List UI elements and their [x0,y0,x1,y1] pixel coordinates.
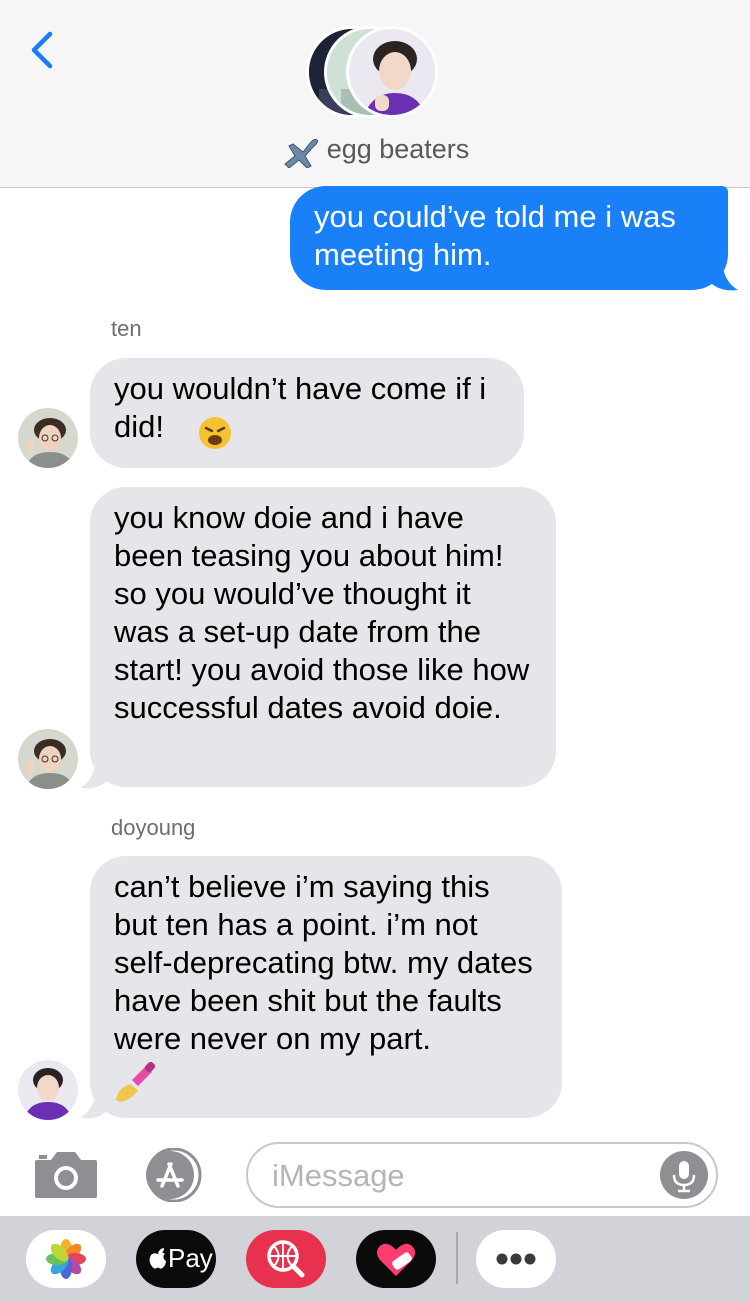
sender-name: ten [111,316,142,341]
avatar[interactable] [18,729,78,789]
avatar [346,26,438,118]
apple-pay-button[interactable]: Pay [136,1230,216,1288]
imessage-input[interactable]: iMessage [246,1142,718,1208]
app-strip-divider [456,1232,458,1284]
avatar[interactable] [18,408,78,468]
photos-icon [46,1239,86,1279]
nail-polish-emoji-icon [116,1061,156,1102]
sender-name: doyoung [111,815,196,840]
airplane-icon [283,138,318,168]
sent-message-bubble[interactable]: you could’ve told me i was meeting him. [290,186,728,290]
weary-face-emoji-icon [199,417,231,449]
input-placeholder: iMessage [272,1158,405,1193]
app-drawer: Pay [0,1216,750,1302]
heart-stickers-icon [377,1243,415,1276]
received-bubble-tail [80,1090,106,1119]
message-text: you could’ve told me i was meeting him. [314,199,676,272]
avatar[interactable] [18,1060,78,1120]
camera-icon[interactable] [33,1150,99,1198]
conversation-title[interactable]: egg beaters [0,134,750,168]
photos-app-button[interactable] [26,1230,106,1288]
group-avatars[interactable] [300,24,450,124]
conversation-header: egg beaters [0,0,750,188]
apple-logo-icon [149,1248,166,1269]
more-apps-button[interactable] [476,1230,556,1288]
received-message-bubble[interactable]: you wouldn’t have come if i did! [90,358,524,468]
message-text: you know doie and i have been teasing yo… [114,500,530,725]
sent-bubble-tail [712,262,738,291]
web-search-icon [267,1240,305,1278]
received-bubble-tail [80,760,106,789]
message-text: you wouldn’t have come if i did! [114,371,487,444]
back-chevron-icon[interactable] [24,28,64,72]
app-store-icon[interactable] [140,1148,212,1202]
microphone-button[interactable] [660,1151,708,1199]
heart-stickers-button[interactable] [356,1230,436,1288]
message-text: can’t believe i’m saying this but ten ha… [114,869,533,1056]
received-message-bubble[interactable]: can’t believe i’m saying this but ten ha… [90,856,562,1118]
title-text: egg beaters [326,134,470,165]
more-icon [496,1253,536,1265]
web-search-button[interactable] [246,1230,326,1288]
received-message-bubble[interactable]: you know doie and i have been teasing yo… [90,487,556,787]
microphone-icon [672,1161,696,1193]
apple-pay-label: Pay [168,1243,213,1273]
